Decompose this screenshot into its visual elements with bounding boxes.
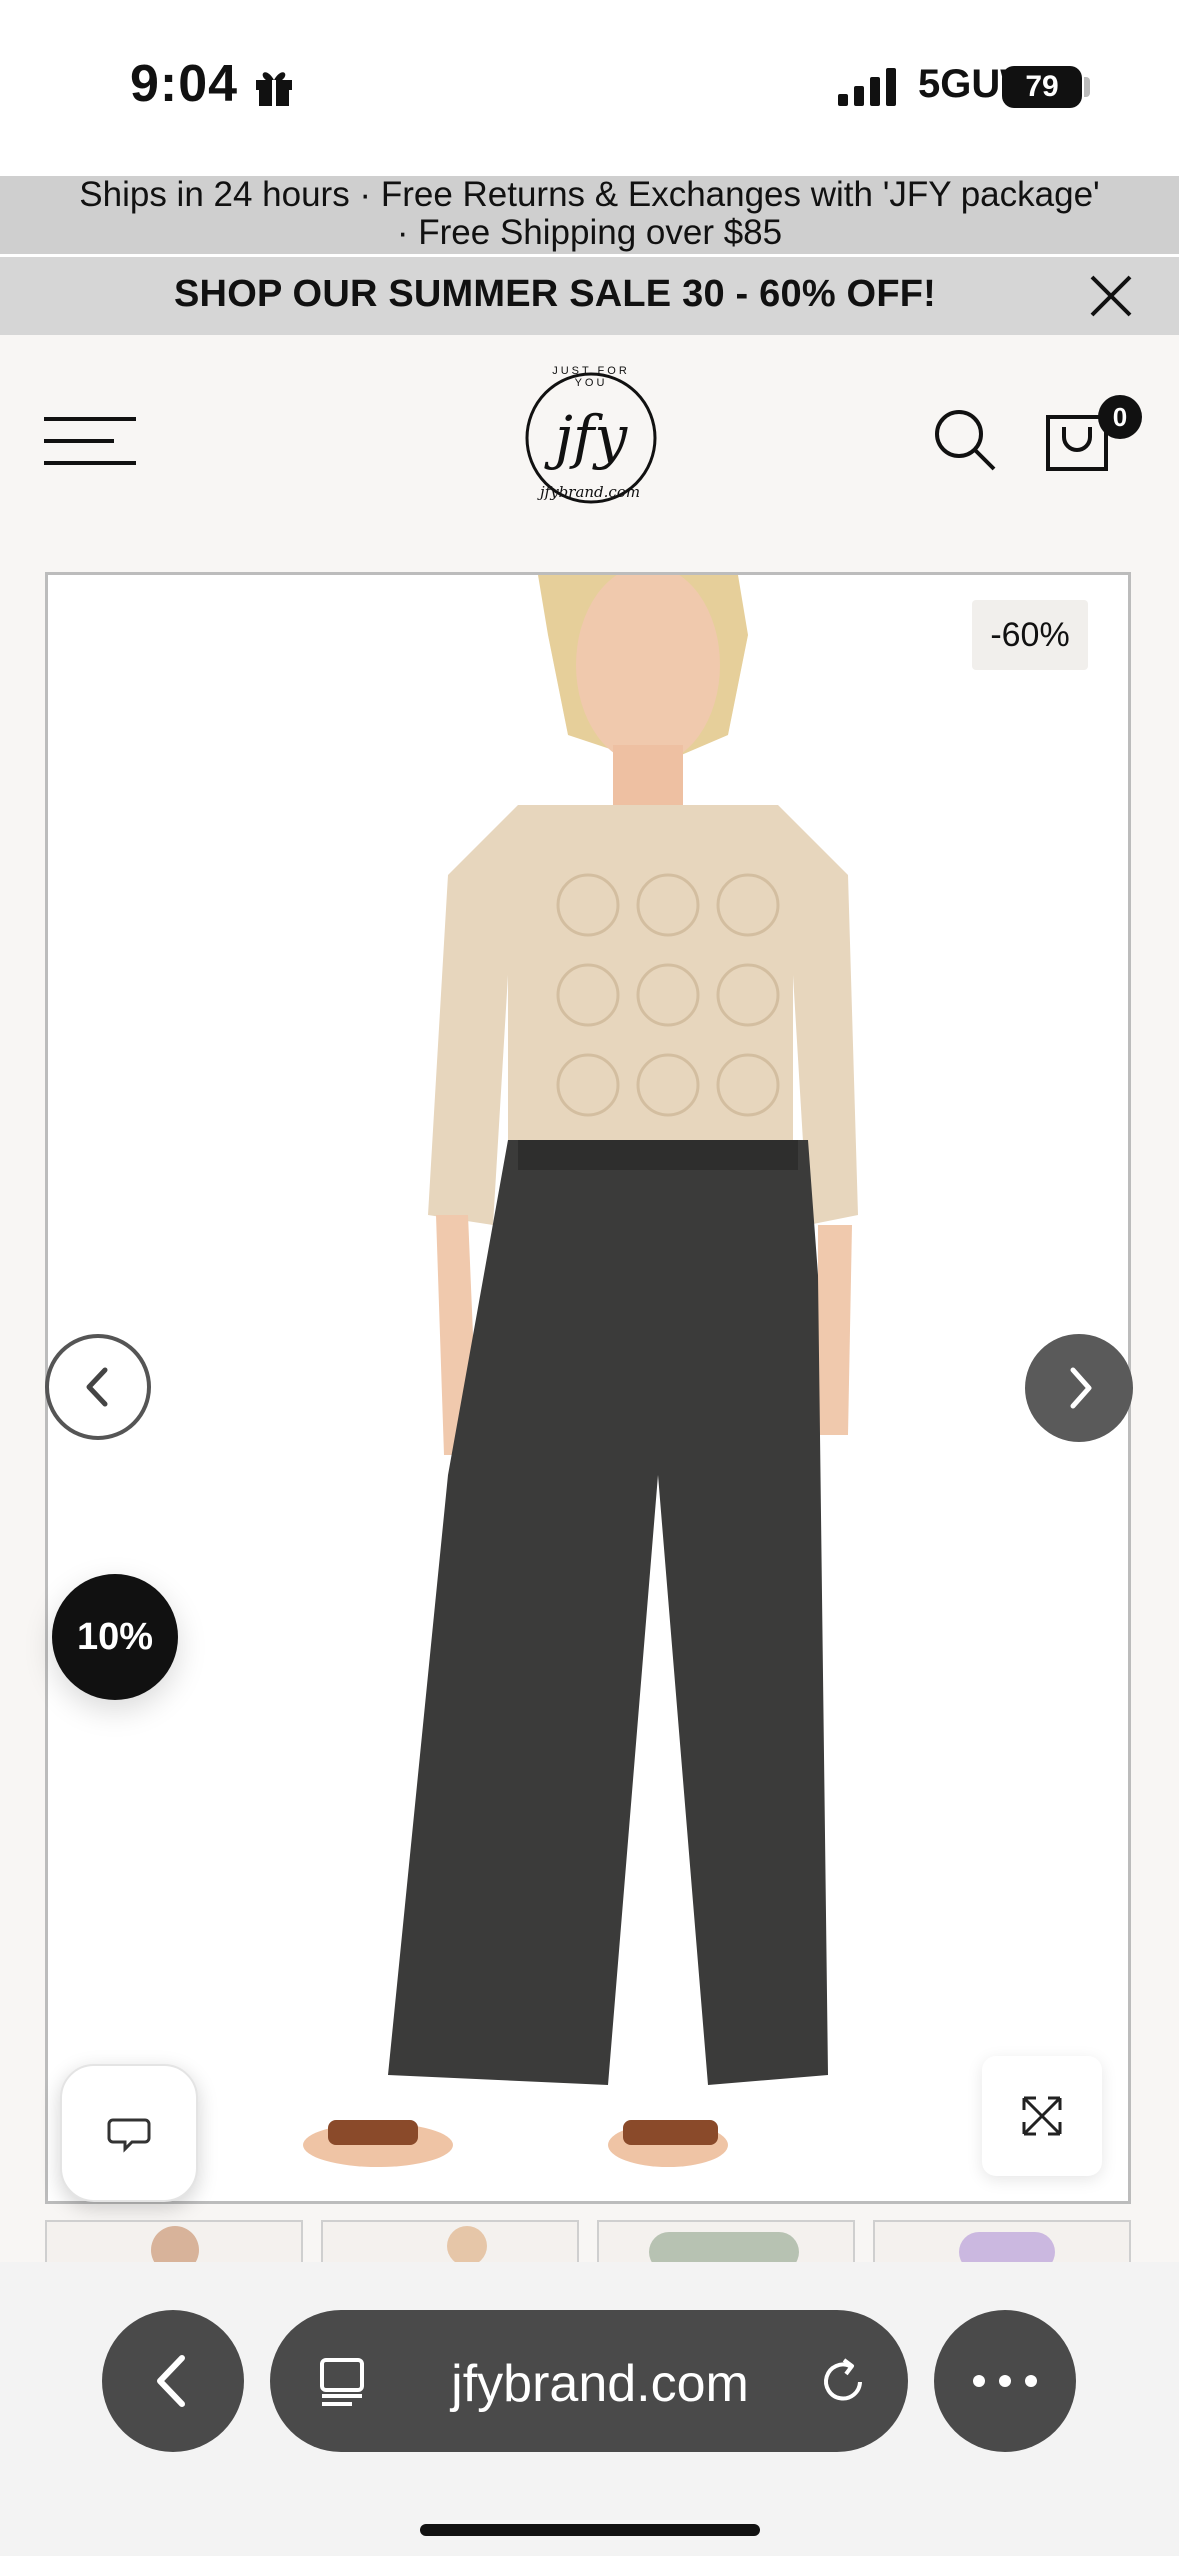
product-photo bbox=[48, 575, 1128, 2201]
more-icon bbox=[973, 2375, 1037, 2387]
menu-icon[interactable] bbox=[44, 413, 136, 469]
battery-indicator: 79 bbox=[1002, 66, 1082, 108]
browser-toolbar: jfybrand.com bbox=[0, 2262, 1179, 2556]
browser-more-button[interactable] bbox=[934, 2310, 1076, 2452]
browser-back-button[interactable] bbox=[102, 2310, 244, 2452]
announcement-line-2: · Free Shipping over $85 bbox=[396, 213, 783, 252]
chat-button[interactable] bbox=[60, 2064, 198, 2202]
logo-top-text: JUST FOR YOU bbox=[552, 365, 630, 389]
discount-badge: -60% bbox=[972, 600, 1088, 670]
thumbnail-4[interactable] bbox=[873, 2220, 1131, 2262]
thumbnail-2[interactable] bbox=[321, 2220, 579, 2262]
chevron-right-icon bbox=[1070, 1367, 1092, 1409]
discount-popup-button[interactable]: 10% bbox=[52, 1574, 178, 1700]
previous-image-button[interactable] bbox=[45, 1334, 151, 1440]
status-bar: 9:04 5GUW 79 bbox=[0, 0, 1179, 176]
battery-cap bbox=[1084, 77, 1090, 97]
logo-bottom-text: jfybrand.com bbox=[540, 483, 641, 501]
address-bar[interactable]: jfybrand.com bbox=[270, 2310, 908, 2452]
brand-logo[interactable]: JUST FOR YOU jfy jfybrand.com bbox=[516, 363, 666, 513]
thumbnail-3[interactable] bbox=[597, 2220, 855, 2262]
expand-image-button[interactable] bbox=[982, 2056, 1102, 2176]
promo-text[interactable]: SHOP OUR SUMMER SALE 30 - 60% OFF! bbox=[0, 273, 1110, 316]
signal-icon bbox=[838, 68, 896, 106]
chat-icon bbox=[107, 2118, 151, 2153]
site-header: JUST FOR YOU jfy jfybrand.com 0 bbox=[0, 335, 1179, 535]
announcement-bar: Ships in 24 hours · Free Returns & Excha… bbox=[0, 176, 1179, 254]
close-icon[interactable] bbox=[1086, 271, 1136, 321]
logo-main-text: jfy bbox=[554, 403, 628, 471]
expand-icon bbox=[1022, 2096, 1062, 2136]
reader-icon[interactable] bbox=[316, 2352, 372, 2408]
reload-icon[interactable] bbox=[816, 2354, 870, 2408]
product-image[interactable] bbox=[45, 572, 1131, 2204]
gift-icon bbox=[256, 72, 292, 106]
cart-count-badge[interactable]: 0 bbox=[1098, 395, 1142, 439]
chevron-left-icon bbox=[86, 1367, 108, 1407]
promo-bar[interactable]: SHOP OUR SUMMER SALE 30 - 60% OFF! bbox=[0, 257, 1179, 335]
status-time: 9:04 bbox=[130, 55, 239, 113]
thumbnail-strip bbox=[45, 2220, 1131, 2262]
announcement-line-1: Ships in 24 hours · Free Returns & Excha… bbox=[79, 175, 1100, 214]
home-indicator bbox=[420, 2524, 760, 2536]
chevron-left-icon bbox=[157, 2355, 185, 2407]
next-image-button[interactable] bbox=[1025, 1334, 1133, 1442]
url-text[interactable]: jfybrand.com bbox=[390, 2354, 810, 2414]
search-icon[interactable] bbox=[932, 407, 998, 473]
thumbnail-1[interactable] bbox=[45, 2220, 303, 2262]
